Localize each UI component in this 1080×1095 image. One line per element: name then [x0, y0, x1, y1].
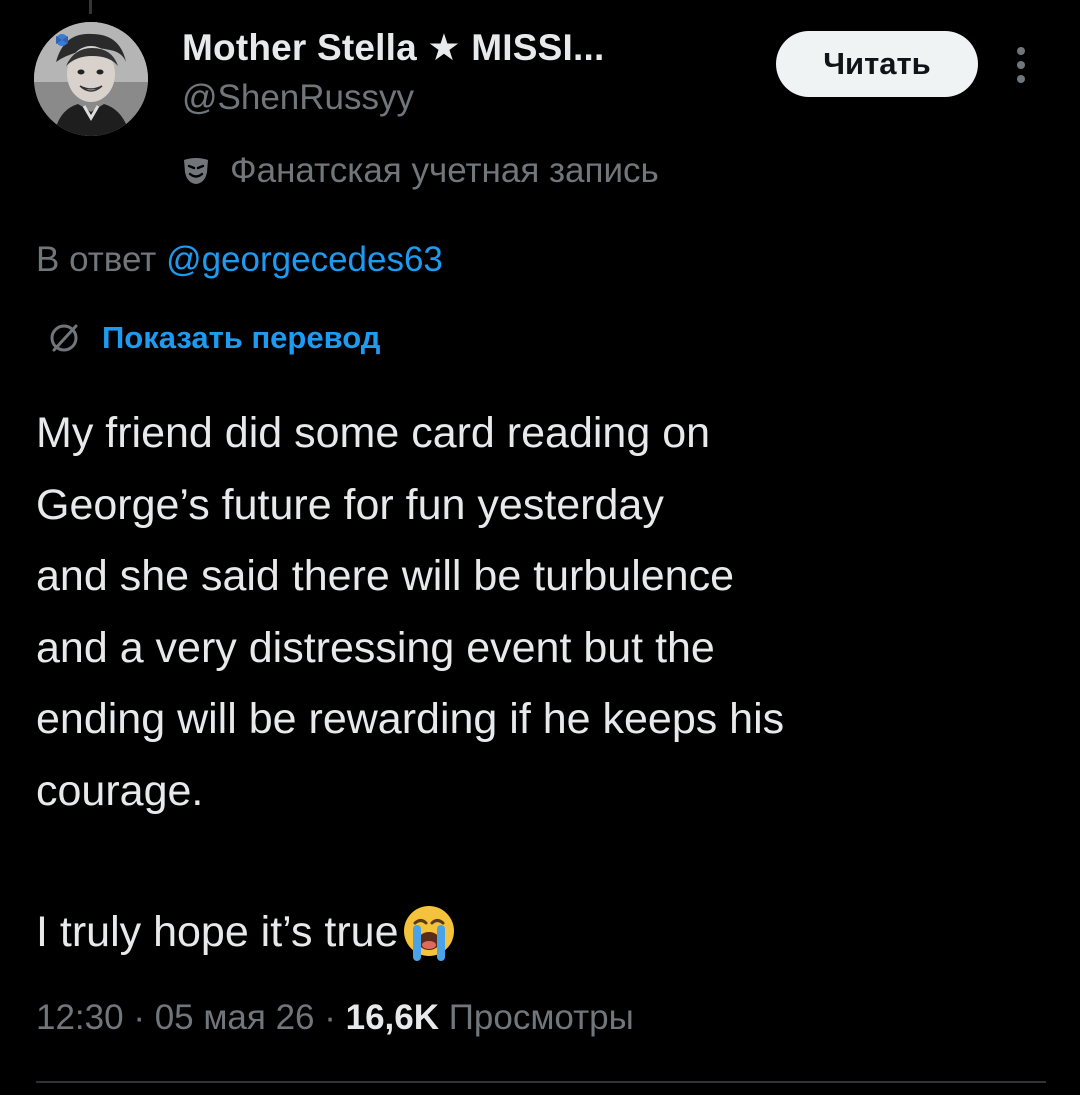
tweet-text-line: and she said there will be turbulence	[36, 552, 734, 600]
meta-separator: ·	[123, 998, 155, 1037]
tweet-text-line: I truly hope it’s true	[36, 908, 399, 956]
more-vertical-icon[interactable]	[1006, 44, 1036, 86]
theater-mask-icon	[178, 153, 214, 189]
tweet-text-line: courage.	[36, 766, 204, 815]
tweet-metadata: 12:30 · 05 мая 26 · 16,6K Просмотры	[36, 998, 634, 1038]
reply-context: В ответ @georgecedes63	[36, 240, 443, 280]
divider	[36, 1081, 1046, 1083]
tweet-date[interactable]: 05 мая 26	[155, 998, 315, 1037]
avatar[interactable]	[34, 22, 148, 136]
avatar-image	[34, 22, 148, 136]
tweet-text-line: George’s future for fun yesterday	[36, 480, 664, 529]
show-translation-label: Показать перевод	[102, 320, 381, 355]
loudly-crying-face-icon	[401, 903, 457, 963]
display-name[interactable]: Mother Stella ★ MISSI...	[182, 26, 604, 69]
user-handle[interactable]: @ShenRussyy	[182, 78, 414, 118]
views-label: Просмотры	[439, 998, 634, 1037]
tweet-last-line: I truly hope it’s true	[36, 897, 457, 969]
meta-separator: ·	[314, 998, 346, 1037]
fan-account-label: Фанатская учетная запись	[230, 151, 659, 190]
tweet-body: My friend did some card reading on Georg…	[36, 398, 1046, 827]
reply-prefix: В ответ	[36, 240, 167, 279]
tweet-text-line: My friend did some card reading on	[36, 409, 711, 457]
tweet-text-line: and a very distressing event but the	[36, 623, 715, 672]
tweet-time[interactable]: 12:30	[36, 998, 124, 1037]
tweet-text-line: ending will be rewarding if he keeps his	[36, 695, 785, 743]
fan-account-badge: Фанатская учетная запись	[178, 146, 659, 196]
views-count[interactable]: 16,6K	[346, 998, 439, 1037]
show-translation-link[interactable]: Показать перевод	[44, 313, 380, 363]
translate-icon	[44, 318, 84, 358]
reply-mention-link[interactable]: @georgecedes63	[166, 240, 443, 279]
follow-button[interactable]: Читать	[776, 31, 978, 97]
thread-connector-line	[89, 0, 92, 14]
